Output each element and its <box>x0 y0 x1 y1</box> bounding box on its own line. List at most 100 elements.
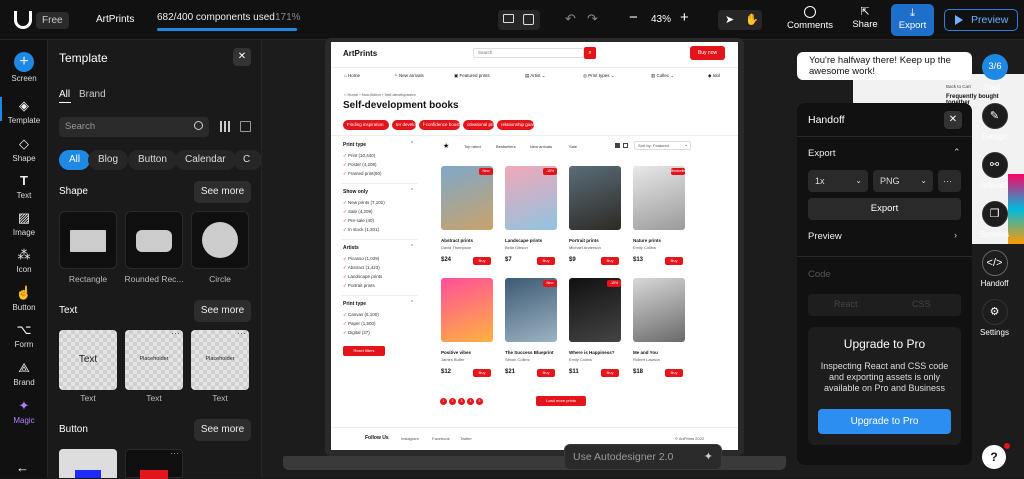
back-to-cart[interactable]: Back to Cart <box>946 84 971 89</box>
nav-new-arrivals[interactable]: ✧ New arrivals <box>394 73 424 79</box>
help-button[interactable]: ? <box>982 445 1006 469</box>
product-buy-button[interactable]: Buy <box>601 369 619 377</box>
chevron-up-icon[interactable]: ⌃ <box>410 188 414 194</box>
tool-settings[interactable]: ⚙ Settings <box>971 299 1018 337</box>
chip-blog[interactable]: Blog <box>88 150 129 170</box>
placeholder-tile[interactable]: Placeholder ··· <box>125 328 183 390</box>
grid-view-icon[interactable] <box>615 143 620 148</box>
cursor-tool-icon[interactable]: ➤ <box>725 13 734 26</box>
button-tile-red[interactable]: ··· <box>125 448 183 479</box>
chip-button[interactable]: Button <box>128 150 177 170</box>
product-image[interactable] <box>633 166 685 230</box>
pill-3[interactable]: otivational prin <box>463 120 494 130</box>
zoom-level[interactable]: 43% <box>651 14 671 25</box>
tab-react[interactable]: React <box>834 299 858 309</box>
shape-see-more-button[interactable]: See more <box>194 181 251 203</box>
text-tile[interactable]: Text <box>59 330 117 390</box>
filter-item[interactable]: ✓ In stock (1,301) <box>343 227 379 233</box>
nav-idol[interactable]: ◆ Idol <box>708 73 720 79</box>
rail-text[interactable]: T Text <box>0 173 48 200</box>
hand-tool-icon[interactable]: ✋ <box>745 13 759 26</box>
page-number[interactable]: 2 <box>449 398 456 405</box>
product-buy-button[interactable]: Buy <box>473 257 491 265</box>
filter-item[interactable]: ✓ Abstract (1,423) <box>343 265 380 271</box>
filter-item[interactable]: ✓ Pre-sale (40) <box>343 218 374 224</box>
zoom-in-button[interactable]: + <box>680 9 689 26</box>
star-filter-icon[interactable]: ★ <box>443 142 449 150</box>
page-number[interactable]: 3 <box>458 398 465 405</box>
pill-2[interactable]: f-confidence boosts <box>419 120 460 130</box>
chevron-up-icon[interactable]: ⌃ <box>953 147 961 158</box>
app-logo[interactable] <box>14 11 32 29</box>
product-title[interactable]: Nature prints <box>633 238 661 243</box>
filter-item[interactable]: ✓ New prints (7,102) <box>343 200 385 206</box>
filter-item[interactable]: ✓ Portrait prints <box>343 283 375 289</box>
chip-more[interactable]: C <box>233 150 262 170</box>
sort-tab-new-arrivals[interactable]: New arrivals <box>530 144 552 149</box>
chip-all[interactable]: All <box>59 150 91 170</box>
rail-screen[interactable]: + Screen <box>0 52 48 83</box>
close-icon[interactable]: ✕ <box>944 111 962 129</box>
upgrade-button[interactable]: Upgrade to Pro <box>818 409 951 434</box>
search-icon[interactable] <box>194 121 203 130</box>
tool-interact[interactable]: ⚯ Interact <box>971 152 1018 190</box>
product-image[interactable] <box>569 278 621 342</box>
undo-icon[interactable]: ↶ <box>565 11 576 27</box>
filter-item[interactable]: ✓ Canvas (6,100) <box>343 312 379 318</box>
export-section-label[interactable]: Export <box>808 148 835 159</box>
button-see-more-button[interactable]: See more <box>194 419 251 441</box>
product-title[interactable]: Landscape prints <box>505 238 542 243</box>
filter-item[interactable]: ✓ Picasso (1,029) <box>343 256 379 262</box>
product-buy-button[interactable]: Buy <box>665 257 683 265</box>
code-section-label[interactable]: Code <box>808 269 831 280</box>
filter-item[interactable]: ✓ Digital (37) <box>343 330 370 336</box>
product-buy-button[interactable]: Buy <box>665 369 683 377</box>
footer-link-twitter[interactable]: Twitter <box>460 436 472 441</box>
sort-select[interactable]: Sort by: Featured ⌄ <box>634 141 691 150</box>
search-input[interactable]: Search <box>59 117 209 137</box>
filter-item[interactable]: ✓ Print (10,440) <box>343 153 375 159</box>
rail-button[interactable]: ☝ Button <box>0 285 48 312</box>
comments-button[interactable]: Comments <box>786 6 834 31</box>
footer-link-facebook[interactable]: Facebook <box>432 436 450 441</box>
preview-section-label[interactable]: Preview <box>808 231 842 242</box>
chevron-right-icon[interactable]: › <box>954 230 957 240</box>
reset-filters-button[interactable]: Reset filters <box>343 346 385 356</box>
tool-handoff[interactable]: </> Handoff <box>971 250 1018 288</box>
page-number[interactable]: 5 <box>476 398 483 405</box>
autodesigner-input[interactable]: Use Autodesigner 2.0 ✦ <box>564 444 722 470</box>
rail-image[interactable]: ▨ Image <box>0 210 48 237</box>
more-icon[interactable]: ··· <box>171 328 180 338</box>
product-image[interactable] <box>505 278 557 342</box>
page-number[interactable]: 4 <box>467 398 474 405</box>
list-view-icon[interactable] <box>623 143 628 148</box>
product-title[interactable]: The Success Blueprint <box>505 350 554 355</box>
sort-tab-top-rated[interactable]: Top rated <box>464 144 481 149</box>
chip-calendar[interactable]: Calendar <box>175 150 236 170</box>
pill-4[interactable]: relationship goals <box>497 120 534 130</box>
zoom-out-button[interactable]: − <box>629 9 638 26</box>
tour-step-badge[interactable]: 3/6 <box>982 54 1008 80</box>
format-select[interactable]: PNG ⌄ <box>873 170 933 192</box>
breadcrumb-item[interactable]: Self-development <box>384 92 415 97</box>
filter-heading[interactable]: Show only <box>343 189 368 195</box>
product-image[interactable] <box>505 166 557 230</box>
rail-shape[interactable]: ◇ Shape <box>0 136 48 163</box>
product-buy-button[interactable]: Buy <box>473 369 491 377</box>
more-icon[interactable]: ··· <box>170 448 179 458</box>
buy-now-button[interactable]: Buy now <box>690 46 725 60</box>
list-view-icon[interactable] <box>240 121 251 132</box>
product-title[interactable]: Me and You <box>633 350 658 355</box>
product-buy-button[interactable]: Buy <box>601 257 619 265</box>
collapse-arrow-icon[interactable]: ← <box>16 460 29 475</box>
tool-screens[interactable]: ❐ Screens <box>971 201 1018 239</box>
sparkle-icon[interactable]: ✦ <box>704 450 713 463</box>
page-search-button[interactable]: ⌕ <box>584 47 596 59</box>
nav-artist[interactable]: ▤ Artist ⌄ <box>525 73 546 79</box>
close-icon[interactable]: ✕ <box>233 48 251 66</box>
product-title[interactable]: Positive vibes <box>441 350 471 355</box>
scale-select[interactable]: 1x ⌄ <box>808 170 868 192</box>
filter-heading[interactable]: Print type <box>343 301 366 307</box>
tab-brand[interactable]: Brand <box>79 89 106 100</box>
project-name[interactable]: ArtPrints <box>96 14 134 25</box>
